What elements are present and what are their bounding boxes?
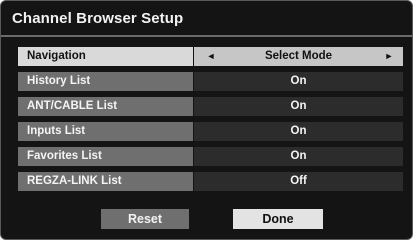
setting-row-regza-link-list[interactable]: REGZA-LINK List Off <box>18 172 403 191</box>
setting-row-inputs-list[interactable]: Inputs List On <box>18 122 403 141</box>
setting-row-favorites-list[interactable]: Favorites List On <box>18 147 403 166</box>
setting-value[interactable]: On <box>194 122 403 141</box>
setting-label: Favorites List <box>18 147 193 166</box>
setting-label: Inputs List <box>18 122 193 141</box>
arrow-right-icon[interactable]: ► <box>382 47 396 66</box>
setting-label: REGZA-LINK List <box>18 172 193 191</box>
settings-list: Navigation ◄ Select Mode ► History List … <box>18 47 403 197</box>
navigation-value-selector[interactable]: ◄ Select Mode ► <box>194 47 403 66</box>
setting-value: Select Mode <box>264 50 333 62</box>
channel-browser-setup-dialog: Channel Browser Setup Navigation ◄ Selec… <box>0 0 413 240</box>
title-divider <box>1 35 412 37</box>
setting-label: ANT/CABLE List <box>18 97 193 116</box>
reset-button[interactable]: Reset <box>101 209 189 229</box>
arrow-left-icon[interactable]: ◄ <box>204 47 218 66</box>
setting-value[interactable]: Off <box>194 172 403 191</box>
dialog-title: Channel Browser Setup <box>12 10 184 27</box>
setting-row-history-list[interactable]: History List On <box>18 72 403 91</box>
setting-row-navigation[interactable]: Navigation ◄ Select Mode ► <box>18 47 403 66</box>
setting-value[interactable]: On <box>194 147 403 166</box>
setting-value[interactable]: On <box>194 97 403 116</box>
done-button[interactable]: Done <box>233 209 323 229</box>
setting-row-ant-cable-list[interactable]: ANT/CABLE List On <box>18 97 403 116</box>
setting-label: Navigation <box>18 47 193 66</box>
setting-value[interactable]: On <box>194 72 403 91</box>
setting-label: History List <box>18 72 193 91</box>
